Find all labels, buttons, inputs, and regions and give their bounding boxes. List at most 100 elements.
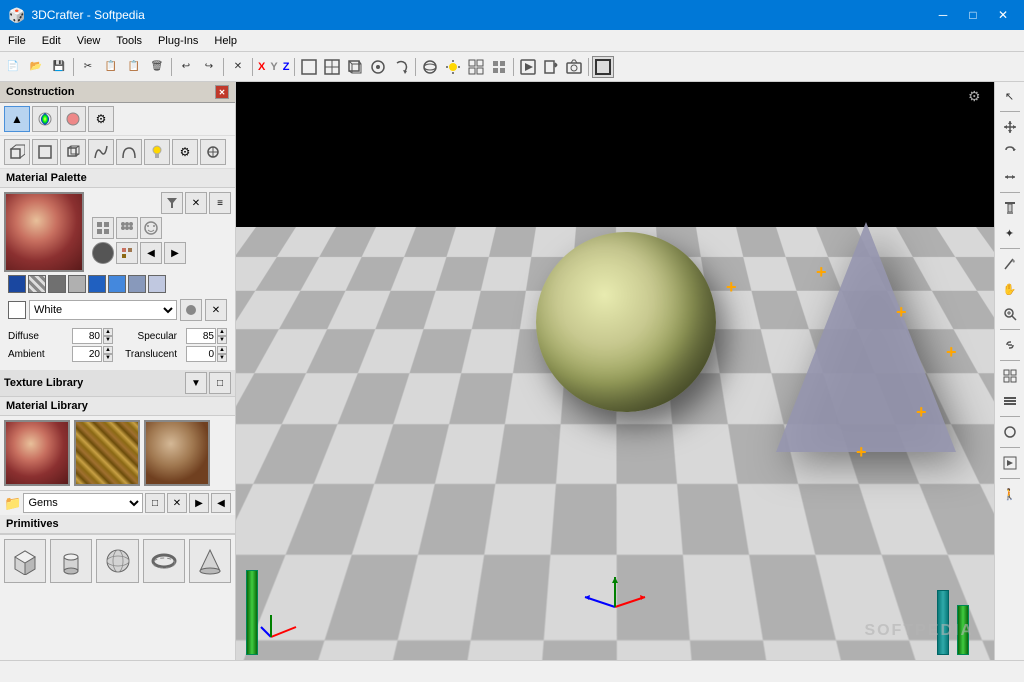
new-file-button[interactable]: 📄 [2,56,24,78]
swatch-blue4[interactable] [128,275,146,293]
ambient-input[interactable] [72,346,102,362]
primitive-torus-btn[interactable] [143,539,185,583]
material-name-select[interactable]: White Red Blue Green Yellow [29,300,177,320]
swatch-blue[interactable] [8,275,26,293]
menu-tools[interactable]: Tools [108,33,150,49]
view-persp-button[interactable] [344,56,366,78]
construct-material-btn[interactable] [60,106,86,132]
construct-arrow-btn[interactable]: ▲ [4,106,30,132]
primitive-cylinder-btn[interactable] [50,539,92,583]
light-button[interactable] [442,56,464,78]
construct-settings-btn[interactable]: ⚙ [88,106,114,132]
shape-3d-btn[interactable] [60,139,86,165]
ambient-up-btn[interactable]: ▲ [103,346,113,354]
mat-lib-item-2[interactable] [144,420,210,486]
ambient-down-btn[interactable]: ▼ [103,354,113,362]
material-preview[interactable] [4,192,84,272]
transform-button[interactable] [367,56,389,78]
rt-knife-btn[interactable] [998,252,1022,276]
pattern-dots-btn[interactable] [116,217,138,239]
shape-light-btn[interactable] [144,139,170,165]
camera-btn[interactable] [563,56,585,78]
swatch-lightblue[interactable] [148,275,166,293]
translucent-up-btn[interactable]: ▲ [217,346,227,354]
rt-person-btn[interactable]: 🚶 [998,482,1022,506]
material-color-swatch[interactable] [8,301,26,319]
mat-right-btn[interactable]: ▶ [164,242,186,264]
viewport[interactable]: ⚙ + + + + + + [236,82,994,660]
rt-zoom-btn[interactable] [998,302,1022,326]
delete-button[interactable]: 🗑 [146,56,168,78]
diffuse-input[interactable] [72,328,102,344]
mat-lib-prev-btn[interactable]: ◀ [211,493,231,513]
mat-more-btn[interactable]: ≡ [209,192,231,214]
primitive-cube-btn[interactable] [4,539,46,583]
shape-gear-btn[interactable]: ⚙ [172,139,198,165]
menu-plugins[interactable]: Plug-Ins [150,33,206,49]
close-button[interactable]: ✕ [990,5,1016,25]
open-button[interactable]: 📂 [25,56,47,78]
specular-down-btn[interactable]: ▼ [217,336,227,344]
mat-apply-btn[interactable] [116,242,138,264]
specular-up-btn[interactable]: ▲ [217,328,227,336]
rt-sculpt-btn[interactable]: ✦ [998,221,1022,245]
translucent-down-btn[interactable]: ▼ [217,354,227,362]
cut-button[interactable]: ✂ [77,56,99,78]
mat-lib-delete-btn[interactable]: ✕ [167,493,187,513]
mat-lib-item-0[interactable] [4,420,70,486]
paste-button[interactable]: 📋 [123,56,145,78]
menu-edit[interactable]: Edit [34,33,69,49]
viewport-settings-btn[interactable]: ⚙ [968,88,988,108]
mat-x-btn[interactable]: ✕ [205,299,227,321]
shape-extra-btn[interactable] [200,139,226,165]
construction-close-button[interactable]: ✕ [215,85,229,99]
shape-cube-btn[interactable] [4,139,30,165]
material-button[interactable] [419,56,441,78]
texture-settings-btn[interactable]: ▼ [185,372,207,394]
swatch-blue2[interactable] [88,275,106,293]
mat-lib-next-btn[interactable]: ▶ [189,493,209,513]
maximize-button[interactable]: □ [960,5,986,25]
rt-select-btn[interactable]: ↖ [998,84,1022,108]
mat-color-btn[interactable] [180,299,202,321]
swatch-blue3[interactable] [108,275,126,293]
menu-help[interactable]: Help [206,33,245,49]
diffuse-up-btn[interactable]: ▲ [103,328,113,336]
pattern-grid-btn[interactable] [92,217,114,239]
rt-group2-btn[interactable] [998,389,1022,413]
mat-lib-item-1[interactable] [74,420,140,486]
rt-scale-btn[interactable] [998,165,1022,189]
primitive-cone-btn[interactable] [189,539,231,583]
cancel-button[interactable]: ✕ [227,56,249,78]
rt-link-btn[interactable] [998,333,1022,357]
rt-anim-btn[interactable] [998,451,1022,475]
primitive-sphere-btn[interactable] [96,539,138,583]
undo-button[interactable]: ↩ [175,56,197,78]
specular-input[interactable] [186,328,216,344]
save-button[interactable]: 💾 [48,56,70,78]
mat-delete-btn[interactable]: ✕ [185,192,207,214]
export-btn[interactable] [540,56,562,78]
shape-curve-btn[interactable] [88,139,114,165]
rt-circle-btn[interactable] [998,420,1022,444]
scene-btn[interactable] [592,56,614,78]
minimize-button[interactable]: ─ [930,5,956,25]
menu-file[interactable]: File [0,33,34,49]
mat-lib-new-btn[interactable]: □ [145,493,165,513]
view-top-button[interactable] [321,56,343,78]
shape-square-btn[interactable] [32,139,58,165]
grid-button[interactable] [465,56,487,78]
construct-color-btn[interactable] [32,106,58,132]
swatch-gray2[interactable] [68,275,86,293]
copy-button[interactable]: 📋 [100,56,122,78]
shape-arch-btn[interactable] [116,139,142,165]
rt-rotate-btn[interactable] [998,140,1022,164]
rt-group1-btn[interactable] [998,364,1022,388]
rotate-button[interactable] [390,56,412,78]
render-btn[interactable] [517,56,539,78]
material-category-select[interactable]: Gems Metals Wood Stone [23,493,143,513]
menu-view[interactable]: View [69,33,109,49]
pattern-face-btn[interactable] [140,217,162,239]
swatch-checker[interactable] [28,275,46,293]
rt-hand-btn[interactable]: ✋ [998,277,1022,301]
